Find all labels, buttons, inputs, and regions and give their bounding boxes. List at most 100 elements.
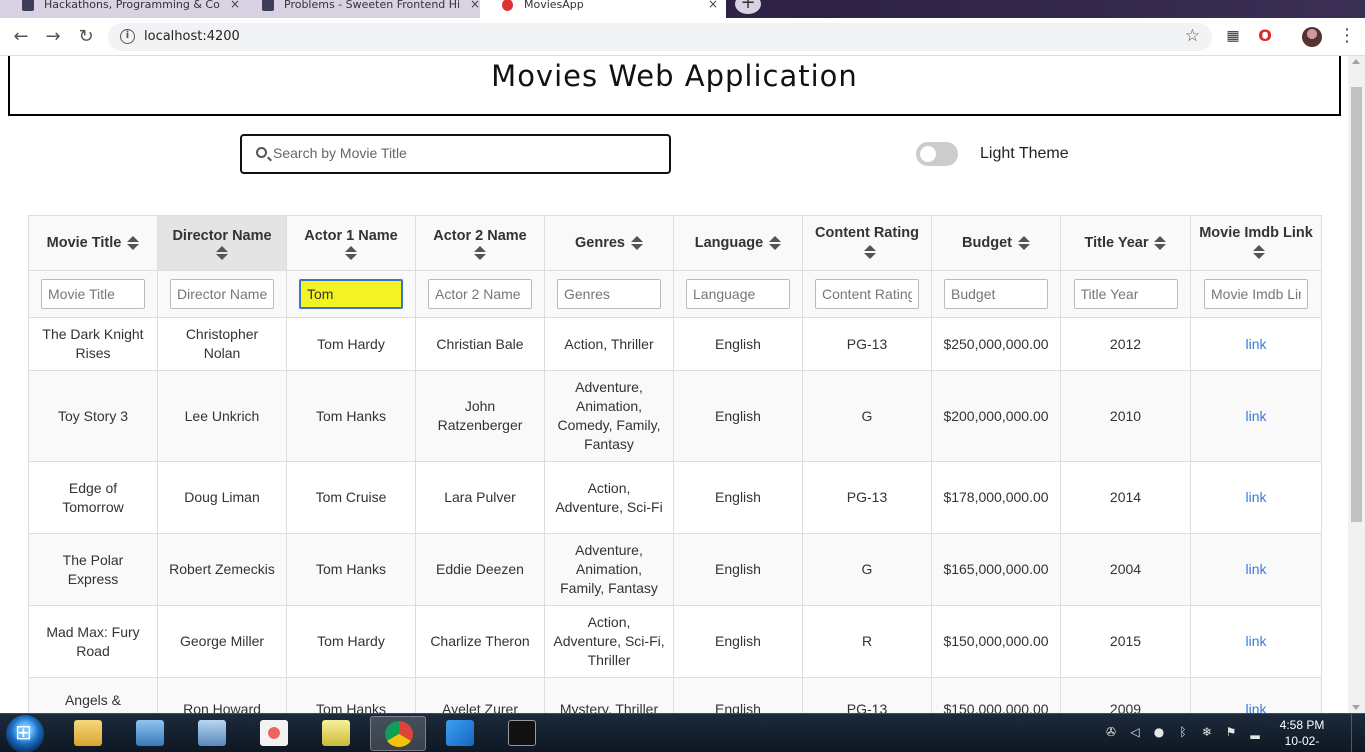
table-cell: G (802, 533, 932, 606)
volume-icon[interactable]: ◁ (1128, 725, 1142, 739)
sort-icon[interactable] (127, 235, 140, 250)
hackerearth-favicon-icon (262, 0, 274, 11)
table-cell: Ayelet Zurer (415, 677, 545, 713)
column-header-title-year[interactable]: Title Year (1060, 215, 1191, 271)
start-button[interactable] (6, 715, 44, 752)
vscode-icon[interactable] (432, 716, 488, 751)
theme-toggle-switch[interactable] (916, 142, 958, 166)
column-header-budget[interactable]: Budget (931, 215, 1061, 271)
actor-1-name-filter-input[interactable] (299, 279, 403, 309)
table-cell: Christopher Nolan (157, 317, 287, 371)
close-tab-icon[interactable]: × (470, 0, 480, 11)
bluetooth-icon[interactable]: ᛒ (1176, 725, 1190, 739)
page-scrollbar[interactable] (1348, 56, 1365, 713)
wifi-signal-icon[interactable]: ▂ (1248, 725, 1262, 739)
movie-search-box[interactable] (240, 134, 671, 174)
tab-title: MoviesApp (524, 0, 584, 11)
sort-icon[interactable] (1017, 235, 1030, 250)
table-cell: Mystery, Thriller (544, 677, 674, 713)
table-row: The Polar Express Robert Zemeckis Tom Hank… (28, 533, 1322, 606)
taskbar-clock[interactable]: 4:58 PM 10-02-2019 (1276, 717, 1328, 752)
new-tab-button[interactable]: + (735, 0, 761, 14)
profile-avatar[interactable] (1302, 27, 1322, 47)
column-header-content-rating[interactable]: Content Rating (802, 215, 932, 271)
imdb-link[interactable]: link (1245, 489, 1266, 505)
scroll-down-icon[interactable] (1352, 705, 1360, 710)
bookmark-star-icon[interactable]: ☆ (1185, 26, 1200, 46)
column-header-director-name[interactable]: Director Name (157, 215, 287, 271)
scroll-up-icon[interactable] (1352, 59, 1360, 64)
budget-filter-input[interactable] (944, 279, 1048, 309)
title-year-filter-input[interactable] (1073, 279, 1178, 309)
snipping-tool-icon[interactable] (246, 716, 302, 751)
tray-network-tool-icon[interactable]: ✇ (1104, 725, 1118, 739)
column-header-language[interactable]: Language (673, 215, 803, 271)
movie-title-filter-input[interactable] (41, 279, 145, 309)
table-cell: Christian Bale (415, 317, 545, 371)
chrome-icon[interactable] (370, 716, 426, 751)
imdb-link[interactable]: link (1245, 561, 1266, 577)
opera-extension-icon[interactable]: O (1256, 27, 1274, 45)
sort-icon[interactable] (345, 245, 357, 260)
content-rating-filter-input[interactable] (815, 279, 919, 309)
windows-explorer-icon[interactable] (60, 716, 116, 751)
column-header-label: Genres (575, 234, 625, 251)
table-cell: The Polar Express (28, 533, 158, 606)
browser-tab-problems[interactable]: Problems - Sweeten Frontend Hi × (240, 0, 488, 18)
browser-toolbar: ← → ↻ i localhost:4200 ☆ ▦ O ⋮ (0, 18, 1365, 56)
toggle-knob (920, 146, 936, 162)
sort-icon[interactable] (216, 245, 228, 260)
sticky-notes-icon[interactable] (308, 716, 364, 751)
sort-icon[interactable] (769, 235, 782, 250)
close-tab-icon[interactable]: × (708, 0, 718, 11)
table-cell: PG-13 (802, 317, 932, 371)
forward-arrow-icon[interactable]: → (42, 26, 64, 48)
keyboard-tool-icon[interactable] (184, 716, 240, 751)
movie-title-search-input[interactable] (273, 145, 653, 161)
sort-icon[interactable] (1253, 245, 1265, 260)
browser-tab-moviesapp[interactable]: MoviesApp × (480, 0, 726, 18)
action-center-flag-icon[interactable]: ⚑ (1224, 725, 1238, 739)
header-row: Movie Title Director Name Actor 1 Name A… (28, 215, 1322, 271)
movie-imdb-link-filter-input[interactable] (1204, 279, 1308, 309)
control-panel-icon[interactable] (122, 716, 178, 751)
imdb-link[interactable]: link (1245, 408, 1266, 424)
column-header-actor-2-name[interactable]: Actor 2 Name (415, 215, 545, 271)
command-prompt-icon[interactable] (494, 716, 550, 751)
table-cell: Adventure, Animation, Comedy, Family, Fa… (544, 370, 674, 462)
extension-icon[interactable]: ▦ (1224, 27, 1242, 45)
reload-icon[interactable]: ↻ (75, 26, 97, 48)
snowflake-tray-icon[interactable]: ❄ (1200, 725, 1214, 739)
imdb-link[interactable]: link (1245, 336, 1266, 352)
address-bar[interactable]: i localhost:4200 ☆ (108, 23, 1212, 51)
tray-app-icon[interactable]: ● (1152, 725, 1166, 739)
imdb-link[interactable]: link (1245, 701, 1266, 713)
director-name-filter-input[interactable] (170, 279, 274, 309)
back-arrow-icon[interactable]: ← (10, 26, 32, 48)
imdb-link[interactable]: link (1245, 633, 1266, 649)
sort-icon[interactable] (1154, 235, 1167, 250)
column-header-genres[interactable]: Genres (544, 215, 674, 271)
browser-tab-hackathons[interactable]: Hackathons, Programming & Co × (0, 0, 248, 18)
sort-icon[interactable] (474, 245, 486, 260)
column-header-label: Language (694, 234, 764, 251)
theme-toggle-label: Light Theme (980, 145, 1069, 162)
site-info-icon[interactable]: i (120, 29, 135, 44)
actor-2-name-filter-input[interactable] (428, 279, 532, 309)
close-tab-icon[interactable]: × (230, 0, 240, 11)
table-cell: Mad Max: Fury Road (28, 605, 158, 678)
tab-title: Problems - Sweeten Frontend Hi (284, 0, 461, 11)
column-header-movie-title[interactable]: Movie Title (28, 215, 158, 271)
column-header-movie-imdb-link[interactable]: Movie Imdb Link (1190, 215, 1322, 271)
scrollbar-thumb[interactable] (1351, 87, 1362, 522)
browser-menu-icon[interactable]: ⋮ (1338, 26, 1356, 46)
column-header-actor-1-name[interactable]: Actor 1 Name (286, 215, 416, 271)
show-desktop-button[interactable] (1351, 714, 1365, 752)
sort-icon[interactable] (630, 235, 643, 250)
windows-taskbar: ✇ ◁ ● ᛒ ❄ ⚑ ▂ 4:58 PM 10-02-2019 (0, 713, 1365, 752)
url-text[interactable]: localhost:4200 (144, 29, 240, 44)
genres-filter-input[interactable] (557, 279, 661, 309)
table-cell: link (1190, 677, 1322, 713)
language-filter-input[interactable] (686, 279, 790, 309)
sort-icon[interactable] (864, 245, 876, 260)
